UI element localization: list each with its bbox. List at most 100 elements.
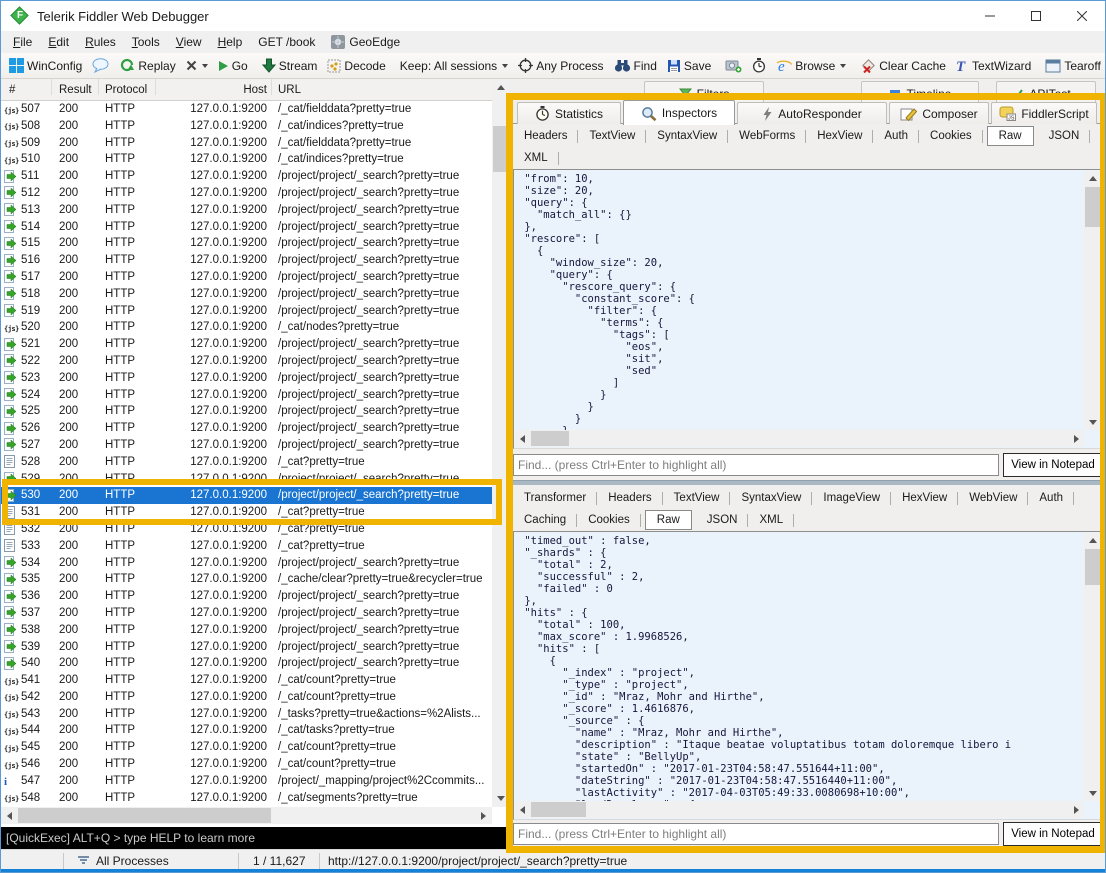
toolbar-button-browse[interactable]: eBrowse — [771, 55, 851, 77]
vscroll-thumb[interactable] — [1085, 187, 1100, 227]
session-row-519[interactable]: 519200HTTP127.0.0.1:9200/project/project… — [1, 303, 492, 320]
session-row-531[interactable]: 531200HTTP127.0.0.1:9200/_cat?pretty=tru… — [1, 504, 492, 521]
menu-item-geoedge[interactable]: GeoEdge — [323, 31, 408, 53]
toolbar-button-find[interactable]: Find — [609, 55, 662, 77]
column-header-host[interactable]: Host — [151, 79, 267, 101]
scroll-down-button[interactable] — [1084, 786, 1101, 801]
response-tab-raw[interactable]: Raw — [645, 510, 692, 530]
menu-item-tools[interactable]: Tools — [124, 31, 168, 53]
session-row-542[interactable]: {js}542200HTTP127.0.0.1:9200/_cat/count?… — [1, 689, 492, 706]
request-tab-syntaxview[interactable]: SyntaxView — [646, 126, 728, 146]
toolbar-button-any-process[interactable]: Any Process — [513, 55, 608, 77]
session-list-vscrollbar[interactable] — [492, 79, 509, 807]
request-body-text[interactable]: "from": 10, "size": 20, "query": { "matc… — [515, 171, 1084, 430]
toolbar-button-clear-cache[interactable]: Clear Cache — [855, 55, 951, 77]
session-row-520[interactable]: {js}520200HTTP127.0.0.1:9200/_cat/nodes?… — [1, 319, 492, 336]
session-row-512[interactable]: 512200HTTP127.0.0.1:9200/project/project… — [1, 185, 492, 202]
tab-autoresponder[interactable]: AutoResponder — [737, 102, 887, 124]
session-row-545[interactable]: {js}545200HTTP127.0.0.1:9200/_cat/count?… — [1, 739, 492, 756]
vscroll-thumb[interactable] — [493, 126, 508, 172]
toolbar-button-save[interactable]: Save — [662, 55, 716, 77]
toolbar-button-winconfig[interactable]: WinConfig — [4, 55, 87, 77]
session-row-540[interactable]: 540200HTTP127.0.0.1:9200/project/project… — [1, 655, 492, 672]
request-tab-hexview[interactable]: HexView — [806, 126, 873, 146]
toolbar-button-textwizard[interactable]: TTextWizard — [951, 55, 1036, 77]
session-row-507[interactable]: {js}507200HTTP127.0.0.1:9200/_cat/fieldd… — [1, 101, 492, 118]
response-tab-cookies[interactable]: Cookies — [577, 510, 641, 530]
response-tab-hexview[interactable]: HexView — [891, 488, 958, 508]
toolbar-button-keep-all-sessions[interactable]: Keep: All sessions — [395, 55, 513, 77]
menu-item-file[interactable]: File — [5, 31, 40, 53]
request-vscrollbar[interactable] — [1084, 171, 1101, 430]
column-header-protocol[interactable]: Protocol — [105, 79, 147, 101]
response-tab-caching[interactable]: Caching — [513, 510, 577, 530]
close-button[interactable] — [1059, 1, 1105, 31]
session-row-548[interactable]: {js}548200HTTP127.0.0.1:9200/_cat/segmen… — [1, 790, 492, 807]
menu-item-view[interactable]: View — [168, 31, 210, 53]
menu-item-help[interactable]: Help — [210, 31, 251, 53]
response-tab-imageview[interactable]: ImageView — [812, 488, 891, 508]
request-response-splitter[interactable] — [509, 480, 1106, 485]
session-row-517[interactable]: 517200HTTP127.0.0.1:9200/project/project… — [1, 269, 492, 286]
tab-inspectors[interactable]: Inspectors — [623, 100, 735, 125]
session-list-header[interactable]: # Result Protocol Host URL — [1, 79, 492, 101]
toolbar-button-replay[interactable]: Replay — [114, 55, 180, 77]
response-tab-transformer[interactable]: Transformer — [513, 488, 597, 508]
tab-fiddlerscript[interactable]: JSFiddlerScript — [991, 102, 1097, 124]
session-row-516[interactable]: 516200HTTP127.0.0.1:9200/project/project… — [1, 252, 492, 269]
column-header-url[interactable]: URL — [278, 79, 301, 101]
session-row-546[interactable]: {js}546200HTTP127.0.0.1:9200/_cat/count?… — [1, 756, 492, 773]
scroll-up-button[interactable] — [492, 79, 509, 96]
response-tab-xml[interactable]: XML — [748, 510, 794, 530]
minimize-button[interactable] — [967, 1, 1013, 31]
response-tab-syntaxview[interactable]: SyntaxView — [730, 488, 812, 508]
toolbar-button-stream[interactable]: Stream — [257, 55, 323, 77]
response-vscrollbar[interactable] — [1084, 533, 1101, 801]
session-row-518[interactable]: 518200HTTP127.0.0.1:9200/project/project… — [1, 286, 492, 303]
request-tab-xml[interactable]: XML — [513, 148, 559, 168]
request-tab-headers[interactable]: Headers — [513, 126, 578, 146]
response-tab-json[interactable]: JSON — [696, 510, 749, 530]
session-row-515[interactable]: 515200HTTP127.0.0.1:9200/project/project… — [1, 235, 492, 252]
session-row-537[interactable]: 537200HTTP127.0.0.1:9200/project/project… — [1, 605, 492, 622]
session-row-509[interactable]: {js}509200HTTP127.0.0.1:9200/_cat/fieldd… — [1, 135, 492, 152]
request-tab-auth[interactable]: Auth — [873, 126, 919, 146]
toolbar-button-tearoff[interactable]: Tearoff — [1040, 55, 1105, 77]
session-row-547[interactable]: i547200HTTP127.0.0.1:9200/project/_mappi… — [1, 773, 492, 790]
session-row-513[interactable]: 513200HTTP127.0.0.1:9200/project/project… — [1, 202, 492, 219]
request-view-in-notepad-button[interactable]: View in Notepad — [1003, 453, 1103, 477]
session-row-522[interactable]: 522200HTTP127.0.0.1:9200/project/project… — [1, 353, 492, 370]
session-row-538[interactable]: 538200HTTP127.0.0.1:9200/project/project… — [1, 622, 492, 639]
toolbar-button-timer-clock[interactable] — [747, 55, 771, 77]
session-row-533[interactable]: 533200HTTP127.0.0.1:9200/_cat?pretty=tru… — [1, 538, 492, 555]
session-row-523[interactable]: 523200HTTP127.0.0.1:9200/project/project… — [1, 370, 492, 387]
response-body-text[interactable]: "timed_out" : false, "_shards" : { "tota… — [515, 533, 1084, 801]
session-row-532[interactable]: 532200HTTP127.0.0.1:9200/_cat?pretty=tru… — [1, 521, 492, 538]
response-tab-textview[interactable]: TextView — [663, 488, 731, 508]
toolbar-button-go[interactable]: Go — [213, 55, 253, 77]
menu-item-get-book[interactable]: GET /book — [250, 31, 323, 53]
request-tab-json[interactable]: JSON — [1038, 126, 1091, 146]
response-hscrollbar[interactable] — [515, 801, 1084, 818]
dropdown-caret-icon[interactable] — [202, 64, 208, 68]
request-find-input[interactable] — [513, 454, 999, 476]
dropdown-caret-icon[interactable] — [502, 64, 508, 68]
session-row-529[interactable]: 529200HTTP127.0.0.1:9200/project/project… — [1, 471, 492, 488]
session-row-511[interactable]: 511200HTTP127.0.0.1:9200/project/project… — [1, 168, 492, 185]
response-view-in-notepad-button[interactable]: View in Notepad — [1003, 822, 1103, 846]
session-row-526[interactable]: 526200HTTP127.0.0.1:9200/project/project… — [1, 420, 492, 437]
toolbar-button-decode[interactable]: Decode — [322, 55, 390, 77]
menu-item-rules[interactable]: Rules — [77, 31, 124, 53]
scroll-left-button[interactable] — [1, 807, 18, 824]
scroll-down-button[interactable] — [492, 790, 509, 807]
request-tab-raw[interactable]: Raw — [987, 126, 1034, 146]
scroll-right-button[interactable] — [475, 807, 492, 824]
session-row-530[interactable]: 530200HTTP127.0.0.1:9200/project/project… — [1, 487, 492, 504]
session-row-525[interactable]: 525200HTTP127.0.0.1:9200/project/project… — [1, 403, 492, 420]
request-tab-webforms[interactable]: WebForms — [728, 126, 806, 146]
scroll-up-button[interactable] — [1084, 171, 1101, 186]
maximize-button[interactable] — [1013, 1, 1059, 31]
toolbar-button-speech-bubble[interactable] — [87, 55, 114, 77]
hscroll-thumb[interactable] — [531, 431, 569, 446]
session-row-524[interactable]: 524200HTTP127.0.0.1:9200/project/project… — [1, 387, 492, 404]
